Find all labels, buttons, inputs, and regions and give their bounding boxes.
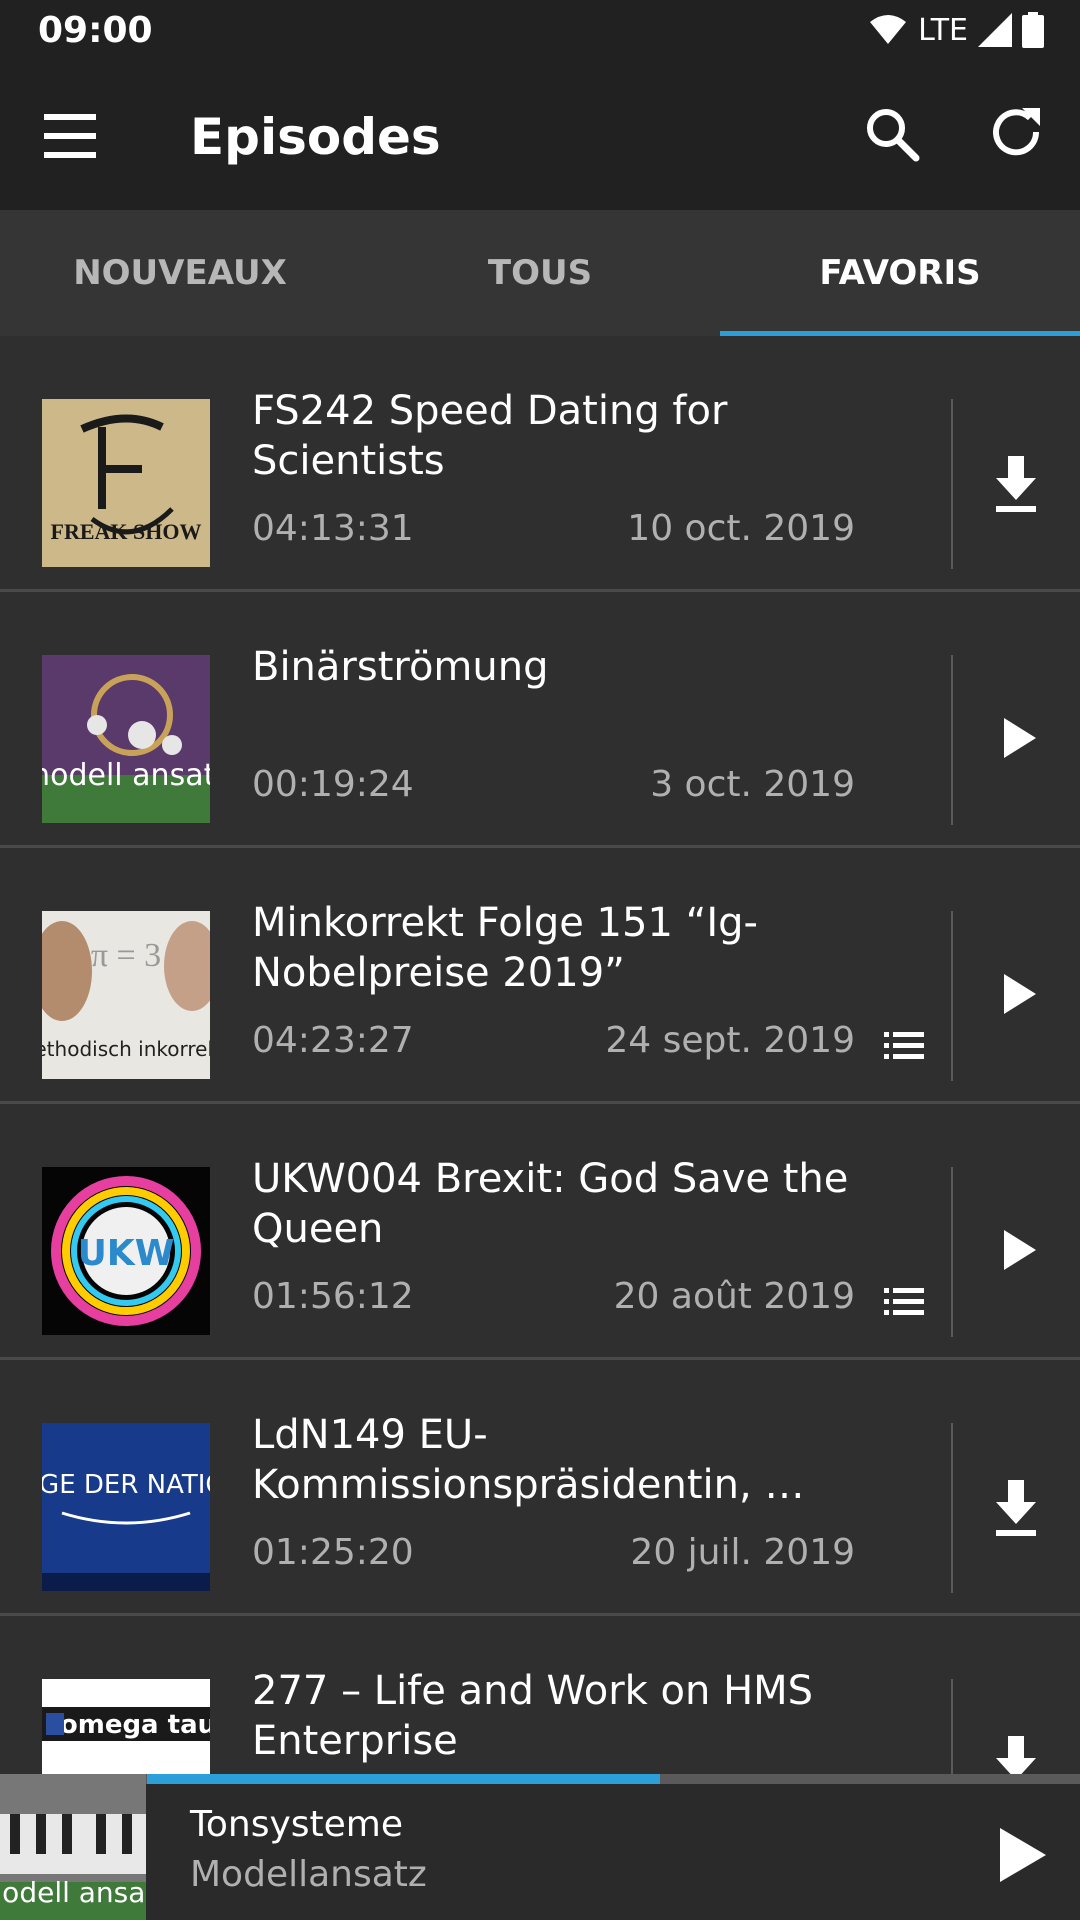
player-track-title: Tonsysteme <box>190 1804 404 1845</box>
episode-row[interactable]: modell ansatz Binärströmung 00:19:24 3 o… <box>0 592 1080 848</box>
episode-row[interactable]: π = 3 Methodisch inkorrekt! Minkorrekt F… <box>0 848 1080 1104</box>
signal-icon <box>978 13 1012 47</box>
thumb-text: omega tau <box>60 1710 210 1740</box>
episode-artwork: π = 3 Methodisch inkorrekt! <box>42 911 210 1079</box>
divider <box>951 911 953 1081</box>
play-icon[interactable] <box>980 702 1052 774</box>
refresh-icon[interactable] <box>986 102 1050 166</box>
network-type: LTE <box>918 12 968 48</box>
episode-date: 24 sept. 2019 <box>605 1020 855 1061</box>
episode-duration: 04:13:31 <box>252 508 414 549</box>
episode-title: LdN149 EU-Kommissionspräsidentin, … <box>252 1412 805 1508</box>
app-toolbar: Episodes <box>0 64 1080 210</box>
menu-icon[interactable] <box>44 114 100 158</box>
episode-row[interactable]: LAGE DER NATION LdN149 EU-Kommissionsprä… <box>0 1360 1080 1616</box>
episode-row[interactable]: FREAK SHOW FS242 Speed Dating for Scient… <box>0 336 1080 592</box>
download-icon[interactable] <box>980 1726 1052 1776</box>
episode-list: FREAK SHOW FS242 Speed Dating for Scient… <box>0 336 1080 1776</box>
thumb-text: FREAK SHOW <box>51 519 202 544</box>
episode-title: Minkorrekt Folge 151 “Ig-Nobelpreise 201… <box>252 900 758 996</box>
divider <box>951 1167 953 1337</box>
download-icon[interactable] <box>980 446 1052 518</box>
play-icon[interactable] <box>986 1820 1056 1890</box>
player-podcast-name: Modellansatz <box>190 1854 427 1895</box>
episode-title: Binärströmung <box>252 644 549 690</box>
mini-player[interactable]: modell ansatz Tonsysteme Modellansatz <box>0 1774 1080 1920</box>
episode-row[interactable]: UKW UKW004 Brexit: God Save the Queen 01… <box>0 1104 1080 1360</box>
download-icon[interactable] <box>980 1470 1052 1542</box>
episode-artwork: UKW <box>42 1167 210 1335</box>
playback-progress[interactable] <box>0 1774 1080 1784</box>
tab-nouveaux[interactable]: NOUVEAUX <box>0 210 360 336</box>
thumb-text: LAGE DER NATION <box>42 1470 210 1500</box>
episode-row[interactable]: omega tau 277 – Life and Work on HMS Ent… <box>0 1616 1080 1776</box>
episode-title: 277 – Life and Work on HMS Enterprise <box>252 1668 814 1764</box>
search-icon[interactable] <box>860 102 924 166</box>
player-artwork: modell ansatz <box>0 1774 146 1920</box>
tab-tous[interactable]: TOUS <box>360 210 720 336</box>
episode-date: 20 août 2019 <box>613 1276 855 1317</box>
divider <box>951 1679 953 1776</box>
chapters-icon <box>884 1032 924 1059</box>
play-icon[interactable] <box>980 958 1052 1030</box>
thumb-text: modell ansatz <box>42 758 210 793</box>
episode-artwork: modell ansatz <box>42 655 210 823</box>
episode-artwork: omega tau <box>42 1679 210 1776</box>
episode-duration: 01:25:20 <box>252 1532 414 1573</box>
thumb-text: Methodisch inkorrekt! <box>42 1037 210 1061</box>
episode-date: 10 oct. 2019 <box>627 508 855 549</box>
tab-bar: NOUVEAUX TOUS FAVORIS <box>0 210 1080 336</box>
status-time: 09:00 <box>38 10 153 51</box>
status-icons: LTE <box>868 12 1044 48</box>
playback-progress-fill <box>147 1774 660 1784</box>
tab-favoris[interactable]: FAVORIS <box>720 210 1080 336</box>
thumb-text: UKW <box>78 1233 175 1274</box>
chapters-icon <box>884 1288 924 1315</box>
episode-title: FS242 Speed Dating for Scientists <box>252 388 728 484</box>
divider <box>951 655 953 825</box>
status-bar: 09:00 LTE <box>0 0 1080 64</box>
episode-title: UKW004 Brexit: God Save the Queen <box>252 1156 849 1252</box>
episode-date: 20 juil. 2019 <box>630 1532 855 1573</box>
play-icon[interactable] <box>980 1214 1052 1286</box>
divider <box>951 399 953 569</box>
divider <box>951 1423 953 1593</box>
episode-artwork: LAGE DER NATION <box>42 1423 210 1591</box>
wifi-icon <box>870 15 907 44</box>
svg-text:π = 3: π = 3 <box>91 937 161 974</box>
episode-duration: 04:23:27 <box>252 1020 414 1061</box>
player-art-text: modell ansatz <box>0 1876 146 1909</box>
battery-icon <box>1022 12 1044 48</box>
episode-duration: 00:19:24 <box>252 764 414 805</box>
page-title: Episodes <box>190 108 441 166</box>
episode-date: 3 oct. 2019 <box>650 764 855 805</box>
episode-duration: 01:56:12 <box>252 1276 414 1317</box>
episode-artwork: FREAK SHOW <box>42 399 210 567</box>
